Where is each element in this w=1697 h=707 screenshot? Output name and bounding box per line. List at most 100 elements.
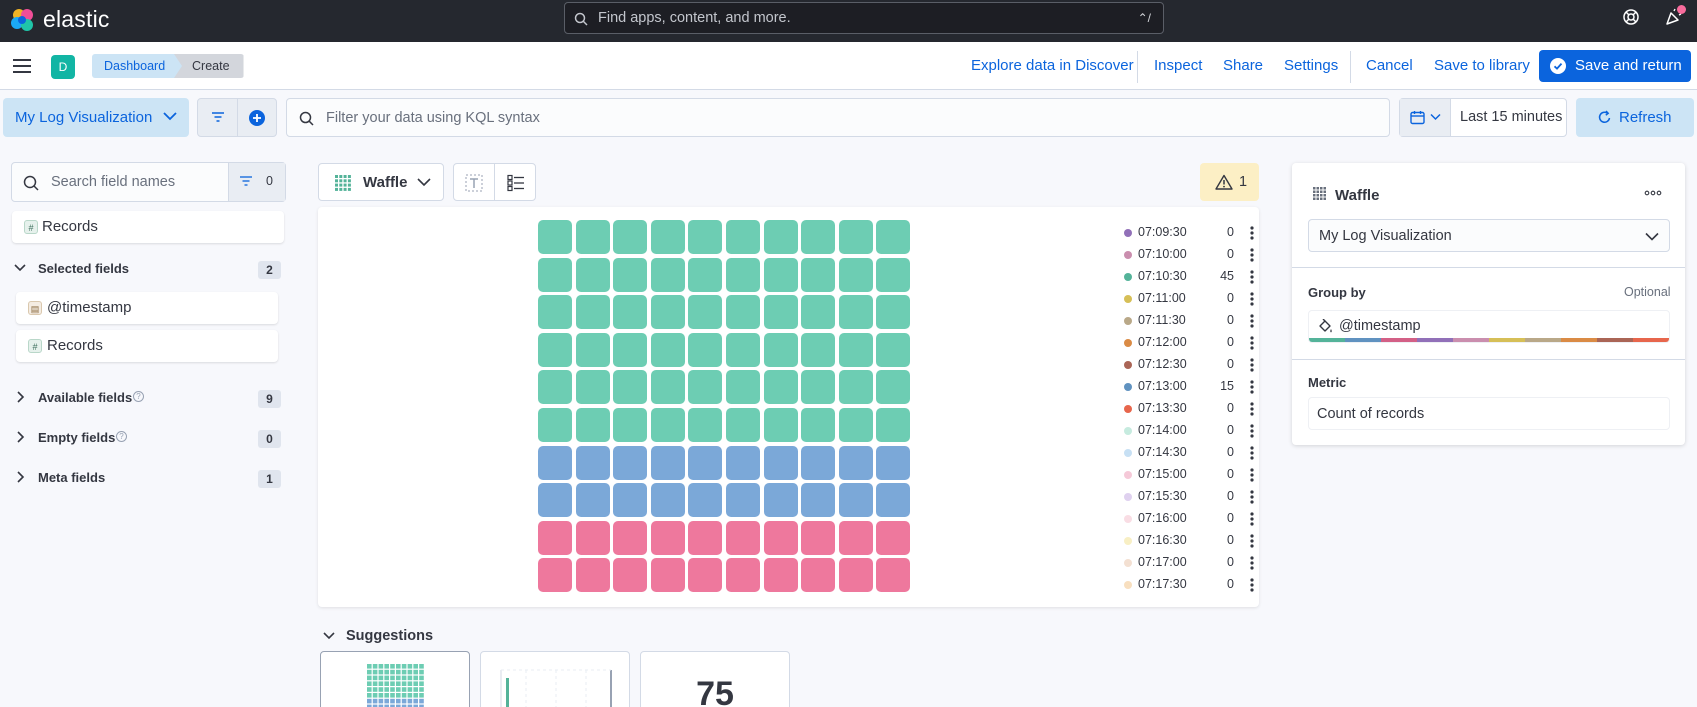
save-and-return-button[interactable]: Save and return xyxy=(1539,50,1691,82)
waffle-cell[interactable] xyxy=(688,370,723,405)
waffle-cell[interactable] xyxy=(650,483,685,518)
field-search-input[interactable]: Search field names 0 xyxy=(11,162,286,202)
field-records[interactable]: # Records xyxy=(12,211,284,243)
explore-in-discover-link[interactable]: Explore data in Discover xyxy=(971,55,1134,77)
share-link[interactable]: Share xyxy=(1223,55,1263,77)
suggestions-heading[interactable]: Suggestions xyxy=(346,628,433,644)
meta-fields-toggle[interactable]: Meta fields 1 xyxy=(14,470,284,490)
waffle-cell[interactable] xyxy=(838,370,873,405)
group-by-dimension[interactable]: @timestamp xyxy=(1308,310,1670,343)
waffle-cell[interactable] xyxy=(613,483,648,518)
legend-item[interactable]: 07:15:30 0 xyxy=(1124,486,1254,508)
suggestion-metric[interactable]: 75 xyxy=(640,651,790,707)
waffle-cell[interactable] xyxy=(876,332,911,367)
elastic-logo-text[interactable]: elastic xyxy=(43,6,110,33)
kql-query-input[interactable]: Filter your data using KQL syntax xyxy=(286,98,1390,137)
suggestion-bar-chart[interactable] xyxy=(480,651,630,707)
waffle-cell[interactable] xyxy=(613,408,648,442)
waffle-cell[interactable] xyxy=(726,295,760,330)
waffle-cell[interactable] xyxy=(726,558,760,593)
waffle-cell[interactable] xyxy=(613,295,648,330)
waffle-cell[interactable] xyxy=(688,408,723,442)
add-filter-icon[interactable] xyxy=(249,110,265,126)
waffle-cell[interactable] xyxy=(575,332,610,367)
legend-actions-icon[interactable] xyxy=(1250,314,1254,328)
legend-item[interactable]: 07:10:30 45 xyxy=(1124,266,1254,288)
waffle-cell[interactable] xyxy=(801,445,836,480)
legend-actions-icon[interactable] xyxy=(1250,578,1254,592)
waffle-cell[interactable] xyxy=(726,483,760,518)
waffle-cell[interactable] xyxy=(613,520,648,555)
legend-item[interactable]: 07:17:30 0 xyxy=(1124,574,1254,596)
waffle-cell[interactable] xyxy=(688,483,723,518)
legend-item[interactable]: 07:10:00 0 xyxy=(1124,244,1254,266)
waffle-cell[interactable] xyxy=(688,295,723,330)
space-avatar[interactable]: D xyxy=(51,55,75,79)
empty-fields-toggle[interactable]: Empty fields ? 0 xyxy=(14,430,284,450)
waffle-cell[interactable] xyxy=(876,295,911,330)
layer-data-view-select[interactable]: My Log Visualization xyxy=(1308,219,1670,252)
legend-actions-icon[interactable] xyxy=(1250,380,1254,394)
waffle-cell[interactable] xyxy=(838,295,873,330)
waffle-cell[interactable] xyxy=(538,558,572,593)
waffle-cell[interactable] xyxy=(801,483,836,518)
chart-type-switcher[interactable]: Waffle xyxy=(318,163,444,201)
waffle-cell[interactable] xyxy=(876,558,911,593)
text-style-icon[interactable] xyxy=(465,174,483,192)
waffle-cell[interactable] xyxy=(801,408,836,442)
legend-actions-icon[interactable] xyxy=(1250,270,1254,284)
waffle-cell[interactable] xyxy=(650,445,685,480)
waffle-cell[interactable] xyxy=(575,370,610,405)
waffle-cell[interactable] xyxy=(763,220,798,254)
legend-actions-icon[interactable] xyxy=(1250,556,1254,570)
waffle-cell[interactable] xyxy=(763,520,798,555)
inspect-link[interactable]: Inspect xyxy=(1154,55,1202,77)
waffle-cell[interactable] xyxy=(650,558,685,593)
waffle-cell[interactable] xyxy=(763,295,798,330)
waffle-cell[interactable] xyxy=(613,558,648,593)
waffle-cell[interactable] xyxy=(801,220,836,254)
global-search-input[interactable]: Find apps, content, and more. ⌃/ xyxy=(564,2,1164,34)
waffle-cell[interactable] xyxy=(538,220,572,254)
legend-item[interactable]: 07:17:00 0 xyxy=(1124,552,1254,574)
field-records-selected[interactable]: # Records xyxy=(16,330,278,362)
waffle-cell[interactable] xyxy=(613,220,648,254)
waffle-cell[interactable] xyxy=(575,257,610,292)
waffle-cell[interactable] xyxy=(688,445,723,480)
legend-settings-icon[interactable] xyxy=(507,174,525,192)
legend-actions-icon[interactable] xyxy=(1250,490,1254,504)
available-fields-toggle[interactable]: Available fields ? 9 xyxy=(14,390,284,410)
waffle-cell[interactable] xyxy=(876,257,911,292)
waffle-cell[interactable] xyxy=(801,370,836,405)
help-icon[interactable] xyxy=(1622,8,1640,26)
legend-actions-icon[interactable] xyxy=(1250,292,1254,306)
waffle-cell[interactable] xyxy=(688,257,723,292)
waffle-cell[interactable] xyxy=(763,408,798,442)
waffle-cell[interactable] xyxy=(763,257,798,292)
waffle-cell[interactable] xyxy=(613,257,648,292)
waffle-cell[interactable] xyxy=(575,408,610,442)
waffle-cell[interactable] xyxy=(801,257,836,292)
waffle-cell[interactable] xyxy=(838,445,873,480)
waffle-cell[interactable] xyxy=(650,257,685,292)
waffle-cell[interactable] xyxy=(650,370,685,405)
settings-link[interactable]: Settings xyxy=(1284,55,1338,77)
waffle-cell[interactable] xyxy=(650,332,685,367)
waffle-cell[interactable] xyxy=(763,332,798,367)
waffle-cell[interactable] xyxy=(876,408,911,442)
waffle-cell[interactable] xyxy=(538,295,572,330)
hamburger-menu-icon[interactable] xyxy=(13,59,31,73)
waffle-cell[interactable] xyxy=(726,520,760,555)
waffle-cell[interactable] xyxy=(838,520,873,555)
legend-actions-icon[interactable] xyxy=(1250,358,1254,372)
visualization-title-button[interactable]: My Log Visualization xyxy=(3,98,189,137)
waffle-cell[interactable] xyxy=(876,445,911,480)
warnings-button[interactable]: 1 xyxy=(1200,163,1259,201)
metric-dimension[interactable]: Count of records xyxy=(1308,397,1670,430)
waffle-cell[interactable] xyxy=(538,445,572,480)
chevron-down-icon[interactable] xyxy=(323,631,335,641)
waffle-cell[interactable] xyxy=(538,332,572,367)
legend-actions-icon[interactable] xyxy=(1250,512,1254,526)
waffle-cell[interactable] xyxy=(650,295,685,330)
legend-item[interactable]: 07:16:00 0 xyxy=(1124,508,1254,530)
